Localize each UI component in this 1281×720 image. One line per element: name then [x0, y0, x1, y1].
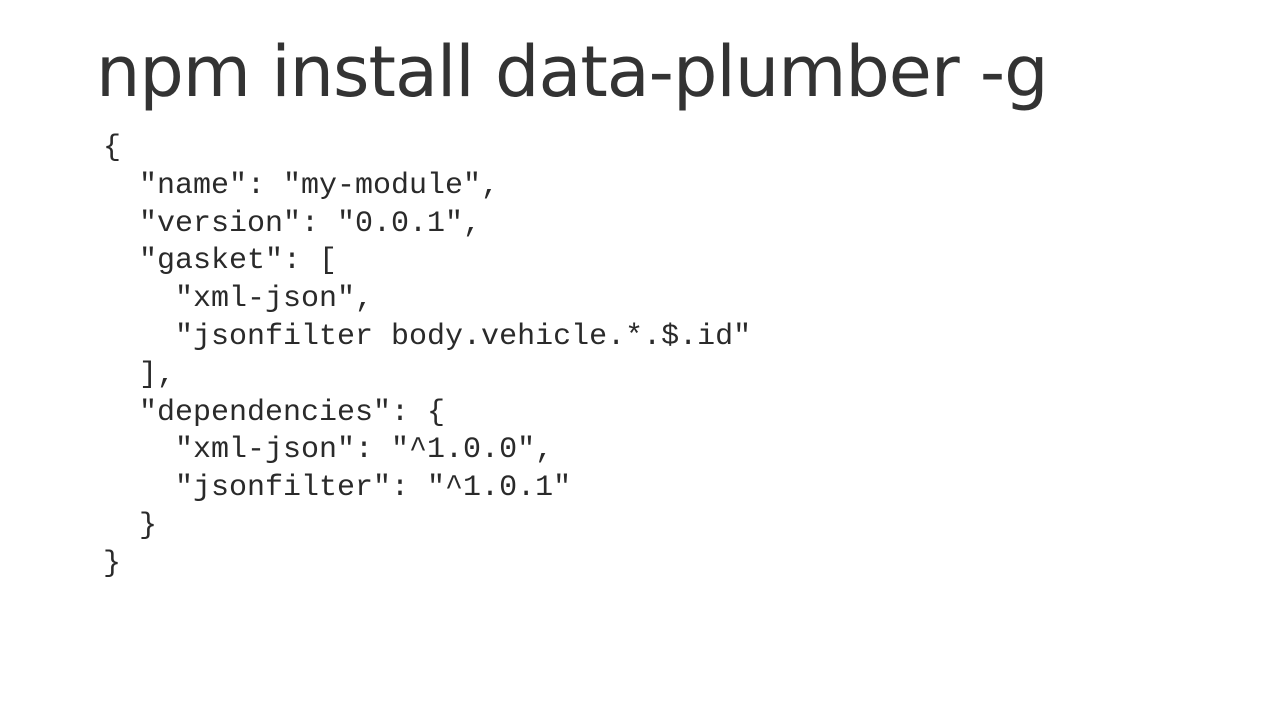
code-line: {	[103, 131, 122, 165]
code-line: "version": "0.0.1",	[103, 206, 482, 241]
package-json-code-block: { "name": "my-module", "version": "0.0.1…	[103, 130, 751, 584]
code-line: "xml-json": "^1.0.0",	[103, 433, 554, 468]
code-line: }	[103, 546, 122, 581]
slide-title: npm install data-plumber -g	[96, 31, 1049, 113]
slide: npm install data-plumber -g { "name": "m…	[0, 0, 1281, 720]
code-line: "xml-json",	[103, 282, 374, 317]
code-line: ],	[103, 357, 176, 392]
code-line: "jsonfilter": "^1.0.1"	[103, 471, 572, 506]
code-line: "dependencies": {	[103, 395, 446, 430]
code-line: }	[103, 508, 158, 543]
code-line: "name": "my-module",	[103, 168, 500, 203]
code-line: "gasket": [	[103, 244, 338, 279]
code-line: "jsonfilter body.vehicle.*.$.id"	[103, 319, 752, 354]
